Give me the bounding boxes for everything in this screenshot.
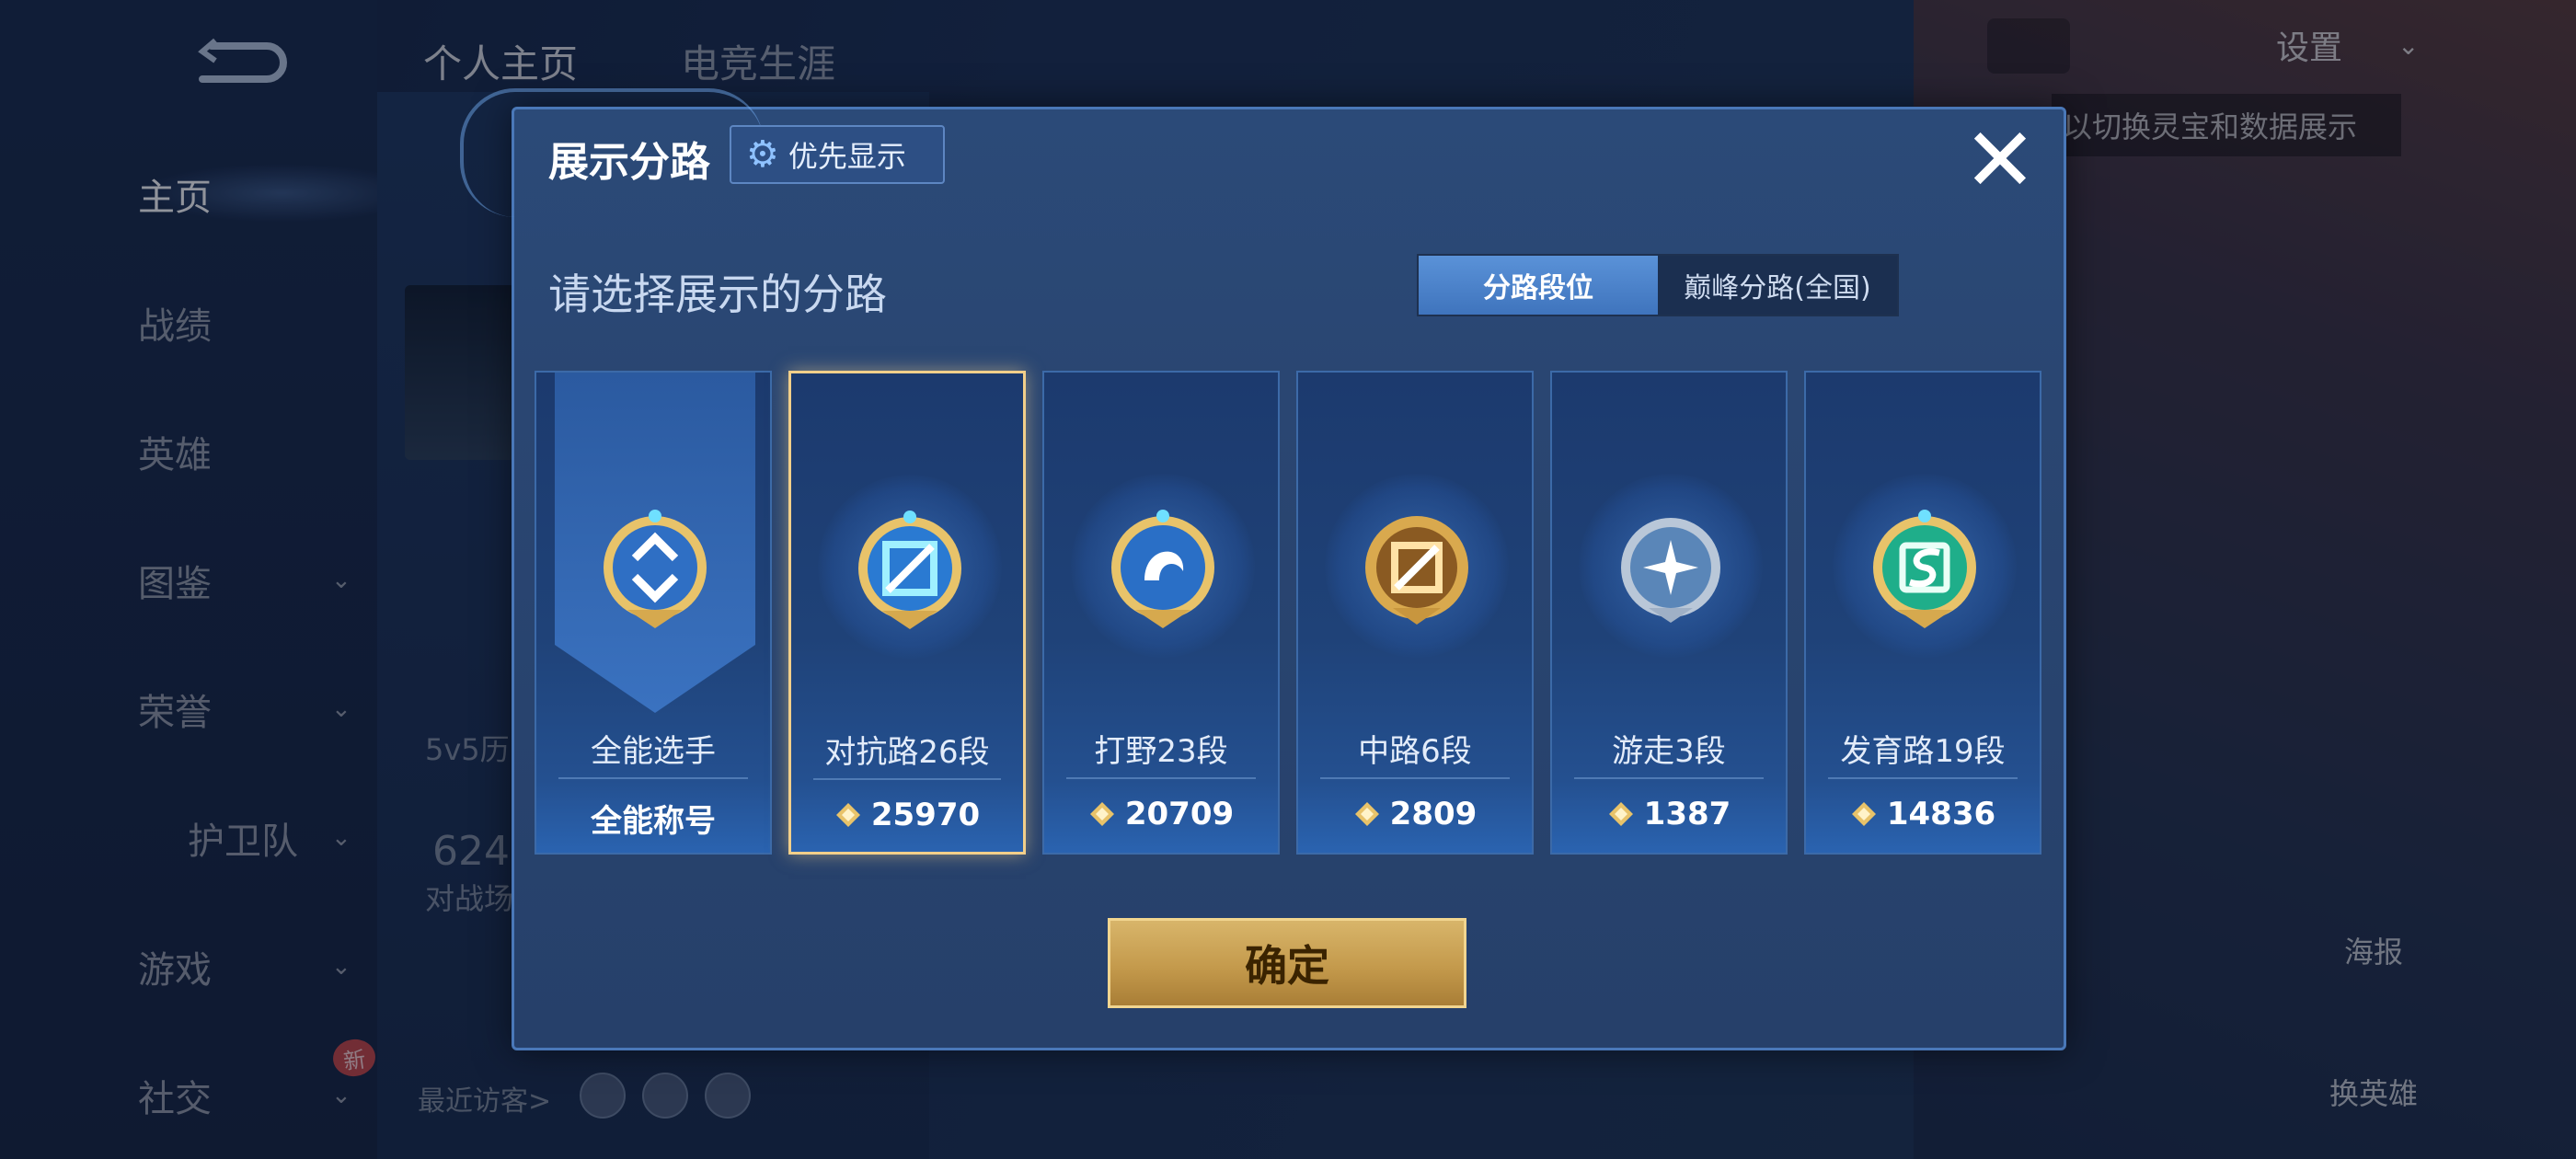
confirm-button[interactable]: 确定	[1108, 918, 1466, 1008]
close-icon: ✕	[1962, 109, 2038, 212]
mid-lane-emblem-icon	[1365, 516, 1468, 625]
lane-card-farm[interactable]: 发育路19段 14836	[1804, 371, 2041, 855]
points-icon	[1354, 802, 1379, 826]
card-score: 14836	[1806, 796, 2040, 832]
card-divider	[558, 777, 748, 779]
tab-lane-rank[interactable]: 分路段位	[1419, 256, 1658, 315]
lane-card-all-round[interactable]: 全能选手 全能称号	[535, 371, 772, 855]
lane-card-jungle[interactable]: 打野23段 20709	[1042, 371, 1280, 855]
card-score: 全能称号	[536, 796, 770, 841]
card-rank: 打野23段	[1094, 733, 1228, 770]
lane-card-mid[interactable]: 中路6段 2809	[1296, 371, 1534, 855]
card-divider	[1066, 777, 1256, 779]
card-score-value: 2809	[1389, 796, 1478, 832]
lane-card-clash[interactable]: 对抗路26段 25970	[788, 371, 1026, 855]
card-rank: 中路6段	[1358, 733, 1472, 770]
tab-peak-lane-national[interactable]: 巅峰分路(全国)	[1658, 256, 1897, 315]
card-score-value: 14836	[1886, 796, 1996, 832]
card-rank: 游走3段	[1612, 733, 1726, 770]
points-icon	[1608, 802, 1633, 826]
lane-tabs: 分路段位 巅峰分路(全国)	[1417, 254, 1899, 316]
jungle-emblem-icon	[1111, 510, 1214, 628]
card-score: 20709	[1044, 796, 1278, 832]
lane-card-roam[interactable]: 游走3段 1387	[1550, 371, 1788, 855]
card-score-value: 20709	[1124, 796, 1235, 832]
card-divider	[1574, 777, 1764, 779]
card-rank: 发育路19段	[1840, 733, 2006, 770]
card-score: 2809	[1298, 796, 1532, 832]
clash-lane-emblem-icon	[858, 511, 961, 629]
selection-prompt: 请选择展示的分路	[548, 270, 887, 319]
card-score-value: 全能称号	[591, 803, 716, 840]
card-rank: 对抗路26段	[824, 734, 990, 771]
priority-display-button[interactable]: ⚙ 优先显示	[730, 125, 945, 184]
card-score: 25970	[791, 797, 1023, 833]
roam-emblem-icon	[1621, 518, 1720, 623]
points-icon	[1089, 802, 1114, 826]
card-divider	[1828, 777, 2018, 779]
modal-title: 展示分路	[548, 139, 710, 186]
card-divider	[1320, 777, 1510, 779]
farm-lane-emblem-icon	[1873, 510, 1976, 628]
card-rank: 全能选手	[591, 733, 716, 770]
card-score: 1387	[1552, 796, 1786, 832]
points-icon	[1851, 802, 1876, 826]
priority-display-label: 优先显示	[788, 139, 906, 174]
card-divider	[813, 778, 1001, 780]
close-button[interactable]: ✕	[1956, 116, 2044, 204]
all-round-emblem-icon	[604, 510, 707, 628]
points-icon	[835, 803, 860, 827]
card-score-value: 1387	[1643, 796, 1731, 832]
gear-icon: ⚙	[746, 133, 779, 176]
card-score-value: 25970	[870, 797, 981, 833]
